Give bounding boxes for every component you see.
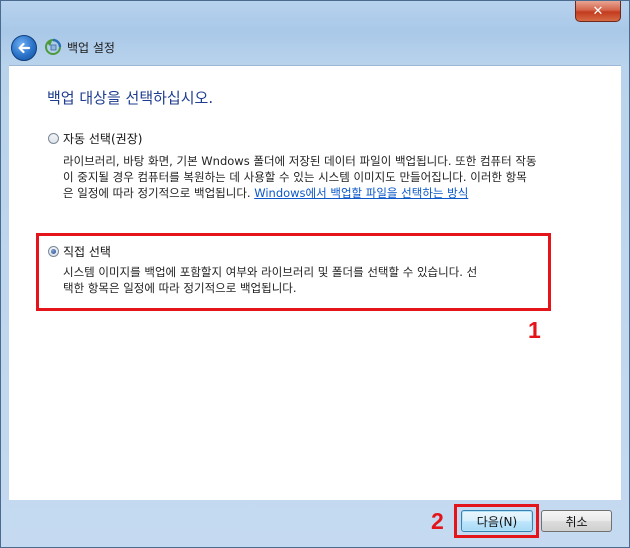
backup-settings-window: ✕ 백업 설정 백업 대상을 선택하십시오. 자동 선택(권장) 라이브러리, …	[0, 0, 630, 548]
cancel-button[interactable]: 취소	[541, 510, 612, 532]
back-arrow-icon	[18, 42, 31, 54]
auto-select-desc-text: 은 일정에 따라 정기적으로 백업됩니다.	[63, 186, 255, 200]
auto-select-radio[interactable]	[48, 133, 59, 144]
back-button[interactable]	[11, 35, 37, 61]
page-heading: 백업 대상을 선택하십시오.	[47, 89, 214, 107]
annotation-number-2: 2	[431, 508, 444, 534]
auto-select-description: 라이브러리, 바탕 화면, 기본 Wndows 폴더에 저장된 데이터 파일이 …	[63, 153, 623, 201]
auto-select-desc-line: 이 중지될 경우 컴퓨터를 복원하는 데 사용할 수 있는 시스템 이미지도 만…	[63, 170, 527, 184]
auto-select-desc-line: 라이브러리, 바탕 화면, 기본 Wndows 폴더에 저장된 데이터 파일이 …	[63, 154, 537, 168]
backup-method-link[interactable]: Windows에서 백업할 파일을 선택하는 방식	[254, 186, 468, 200]
close-button[interactable]: ✕	[575, 1, 621, 22]
close-icon: ✕	[592, 3, 604, 19]
backup-restore-icon	[45, 38, 62, 55]
annotation-number-1: 1	[528, 317, 541, 343]
next-button[interactable]: 다음(N)	[461, 510, 533, 532]
auto-select-label[interactable]: 자동 선택(권장)	[63, 130, 142, 147]
window-title: 백업 설정	[67, 41, 115, 55]
highlight-box-manual-select	[36, 233, 551, 311]
auto-select-desc-line: 은 일정에 따라 정기적으로 백업됩니다. Windows에서 백업할 파일을 …	[63, 185, 623, 201]
